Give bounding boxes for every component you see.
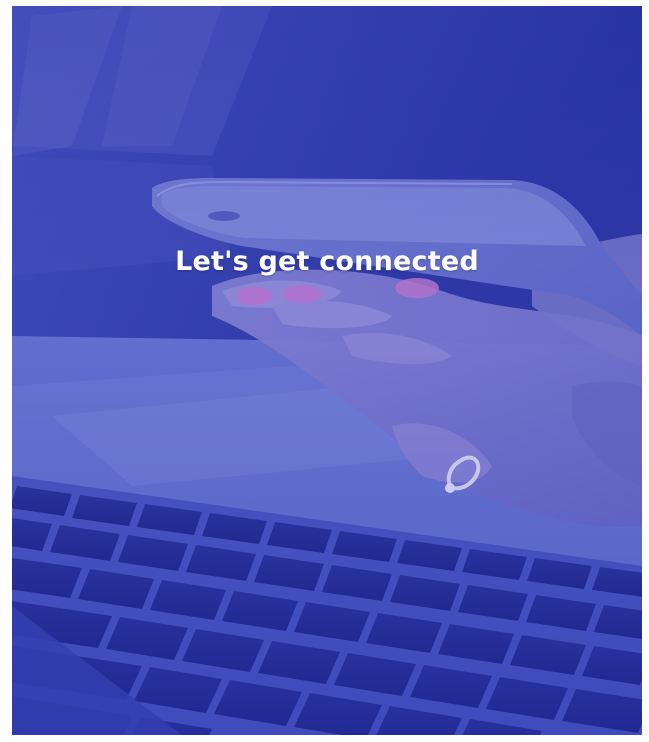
hero-headline: Let's get connected <box>175 246 479 277</box>
hero-banner: Let's get connected <box>12 6 642 735</box>
hero-background-image <box>12 6 642 735</box>
